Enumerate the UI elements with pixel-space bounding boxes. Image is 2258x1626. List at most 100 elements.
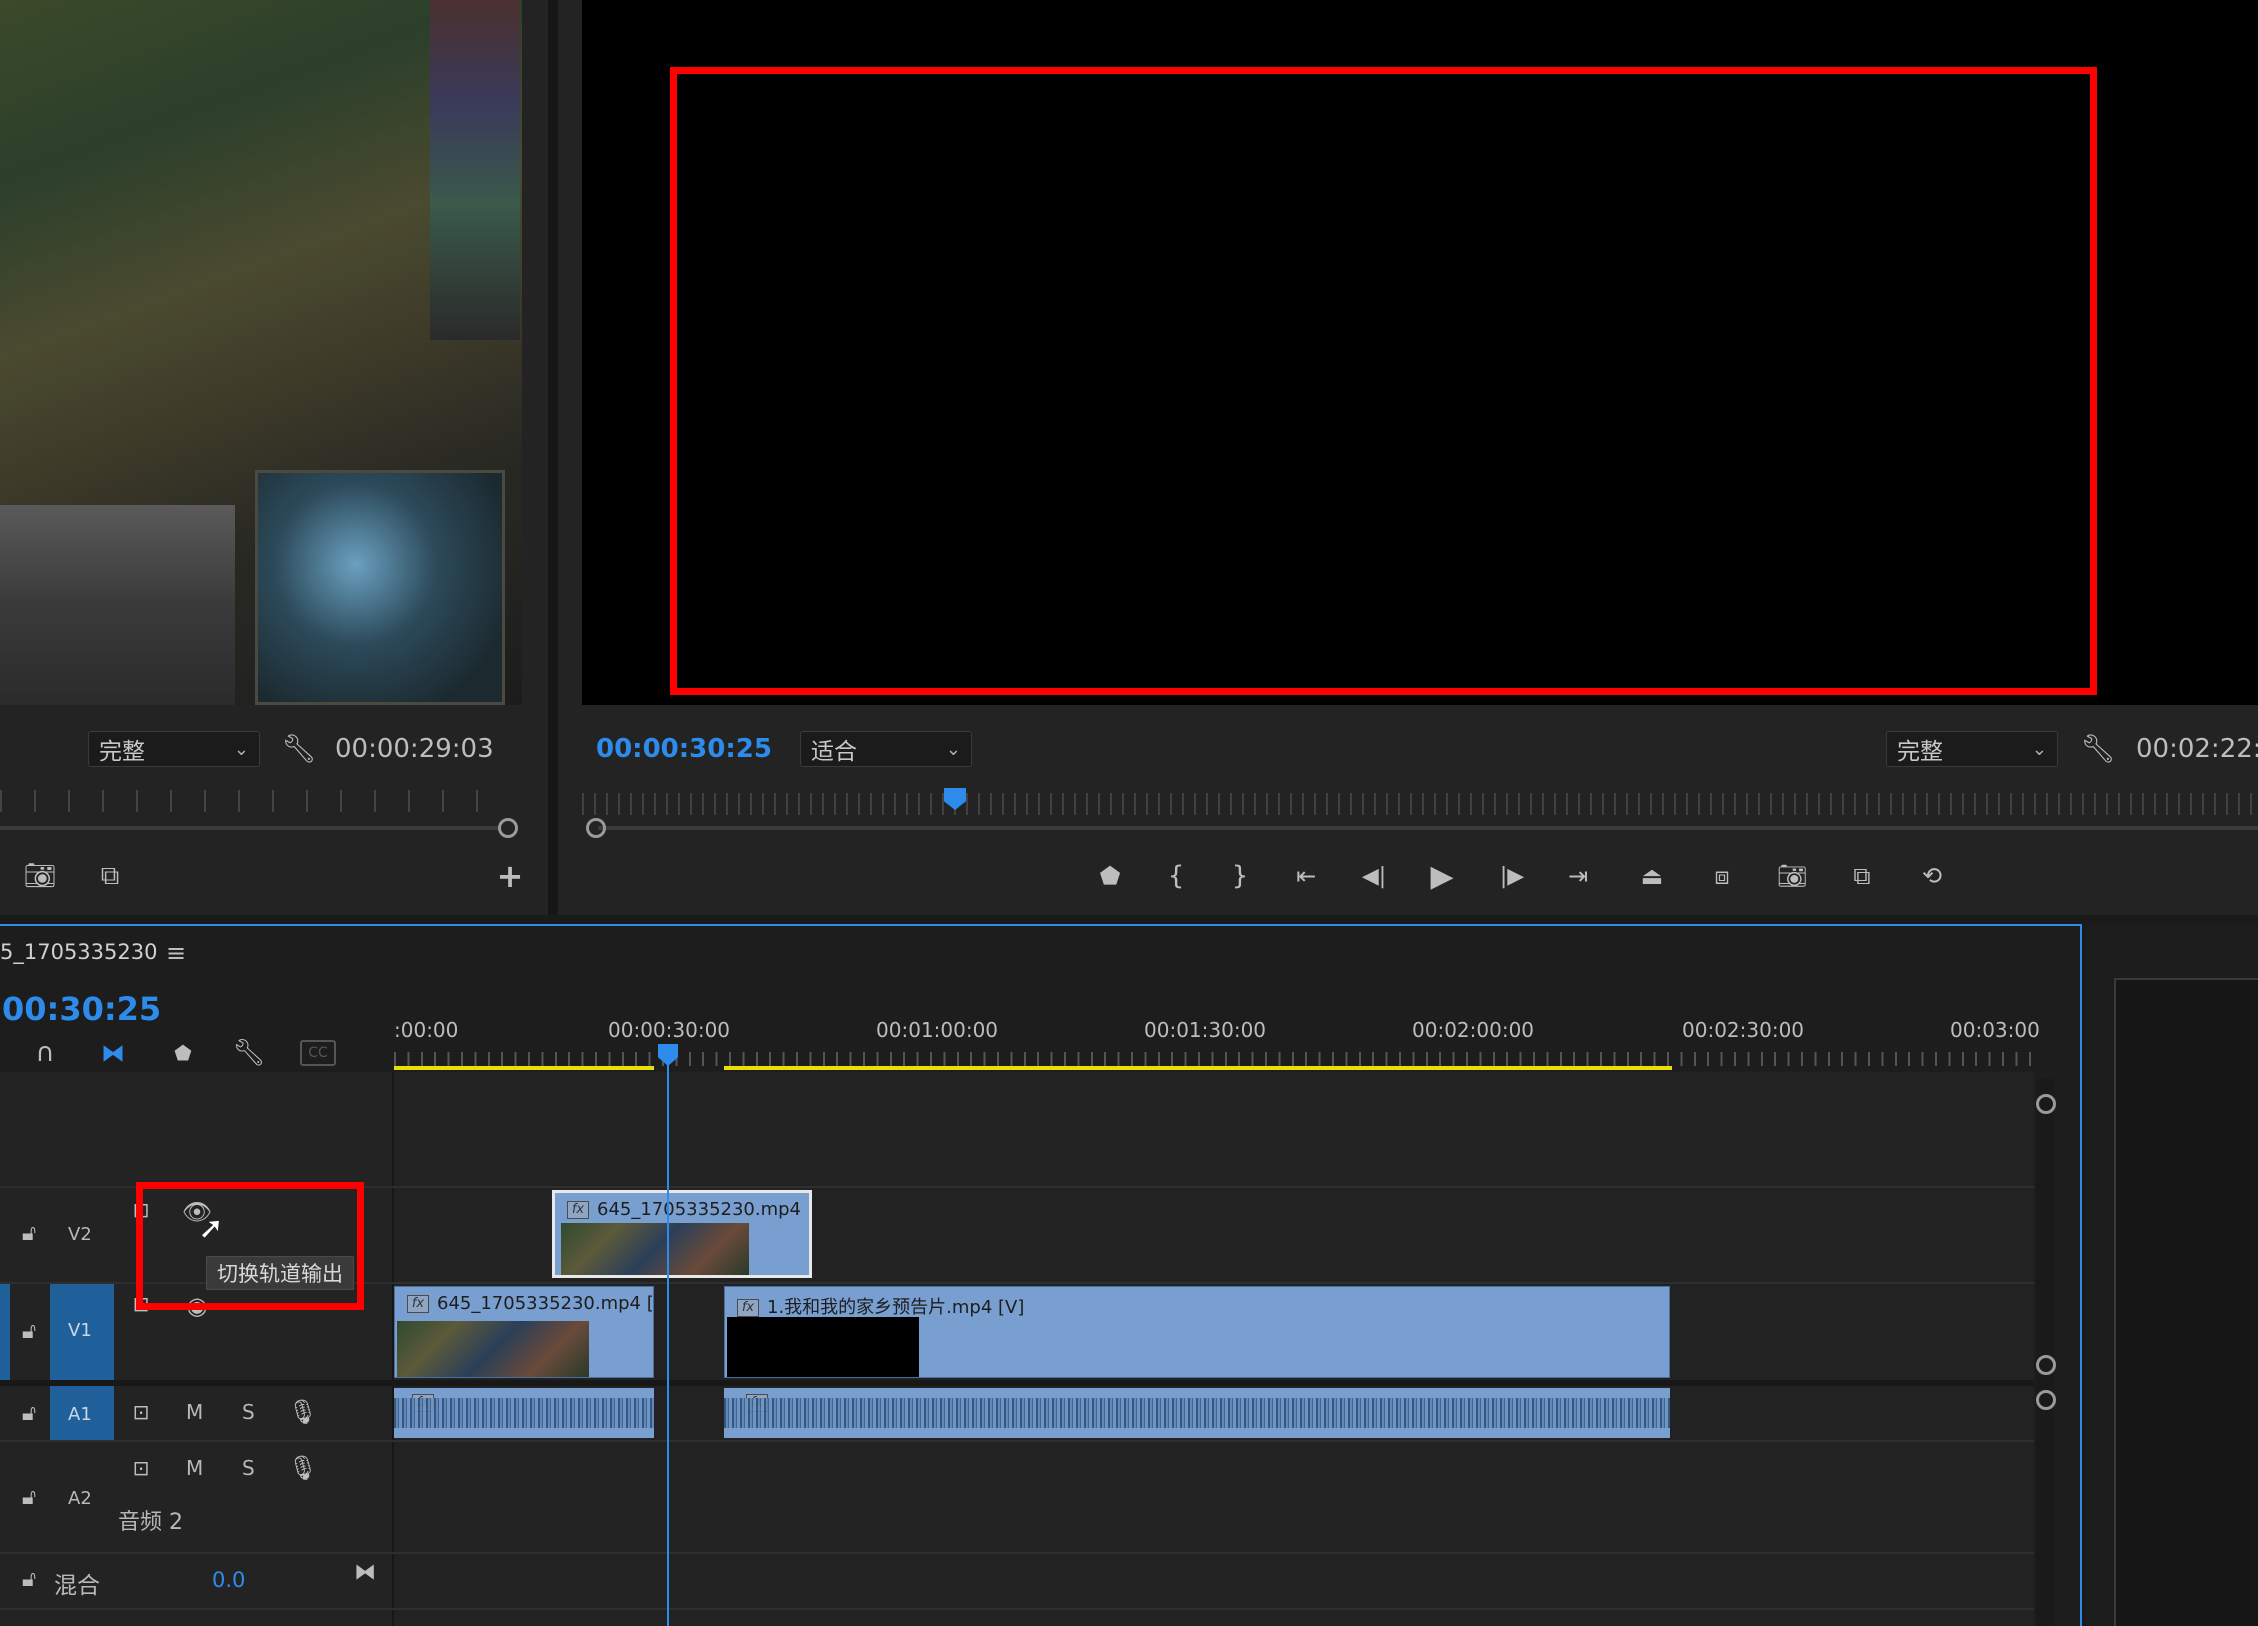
add-marker-icon[interactable]: ⬟ (1092, 858, 1128, 894)
microphone-icon[interactable]: 🎙︎ (288, 1452, 318, 1484)
source-zoom-bar[interactable] (0, 826, 500, 830)
webcam-overlay (0, 505, 235, 705)
mix-volume-value[interactable]: 0.0 (212, 1568, 245, 1592)
vertical-scrollbar[interactable] (2036, 1078, 2054, 1626)
source-quality-dropdown[interactable]: 完整 ⌄ (88, 731, 260, 767)
mark-in-icon[interactable]: { (1158, 858, 1194, 894)
program-quality-dropdown[interactable]: 完整 ⌄ (1886, 731, 2058, 767)
clip-thumbnail (397, 1321, 589, 1377)
export-frame-icon[interactable]: 📷︎ (1772, 858, 1812, 894)
a2-track-label: 音频 2 (118, 1510, 183, 1535)
lock-icon[interactable]: 🔓︎ (14, 1316, 44, 1346)
ruler-ticks (394, 1052, 2034, 1066)
work-area-bar-2[interactable] (724, 1066, 1672, 1070)
work-area-bar-1[interactable] (394, 1066, 654, 1070)
fx-icon: fx (737, 1299, 759, 1317)
extract-icon[interactable]: ⧈ (1702, 858, 1742, 894)
hamburger-icon[interactable]: ≡ (162, 939, 190, 967)
v1-clip-b-label: fx 1.我和我的家乡预告片.mp4 [V] (737, 1293, 1024, 1319)
track-name-a1[interactable]: A1 (68, 1404, 92, 1425)
scroll-handle-icon[interactable] (2036, 1355, 2056, 1375)
comparison-view-icon[interactable]: ⧉ (1842, 858, 1882, 894)
sequence-tab-name[interactable]: 5_1705335230 (0, 940, 157, 964)
champion-portraits (430, 0, 520, 340)
snap-magnet-icon[interactable]: ∩ (28, 1036, 62, 1070)
step-back-icon[interactable]: ◀︎| (1354, 858, 1394, 894)
program-timecode[interactable]: 00:00:30:25 (596, 734, 772, 764)
lift-icon[interactable]: ⏏︎ (1632, 858, 1672, 894)
mix-panner-icon[interactable]: ⧓ (350, 1558, 380, 1586)
a2-mute-button[interactable]: M (186, 1456, 203, 1480)
lock-icon[interactable]: 🔓︎ (14, 1218, 44, 1248)
program-zoom-bar[interactable] (598, 826, 2258, 830)
program-quality-value: 完整 (1897, 739, 1943, 765)
timeline-current-time[interactable]: 00:30:25 (2, 990, 161, 1028)
a2-solo-button[interactable]: S (242, 1456, 255, 1480)
v1-clip-a[interactable]: fx 645_1705335230.mp4 [ (394, 1286, 654, 1378)
lock-icon[interactable]: 🔓︎ (14, 1564, 44, 1594)
lock-icon[interactable]: 🔓︎ (14, 1398, 44, 1428)
go-to-out-icon[interactable]: ⇥ (1558, 858, 1598, 894)
source-timecode[interactable]: 00:00:29:03 (335, 734, 494, 764)
add-marker-icon[interactable]: ⬟ (166, 1036, 200, 1070)
highlight-box-program (670, 67, 2097, 695)
program-monitor: 00:00:30:25 适合 ⌄ 完整 ⌄ 🔧︎ 00:02:22: ⬟ { }… (558, 0, 2258, 915)
wrench-icon[interactable]: 🔧︎ (2080, 730, 2116, 766)
go-to-in-icon[interactable]: ⇤ (1286, 858, 1326, 894)
chevron-down-icon: ⌄ (945, 738, 961, 760)
chevron-down-icon: ⌄ (233, 738, 249, 760)
ruler-label-2: 00:01:00:00 (876, 1018, 999, 1042)
v2-clip[interactable]: fx 645_1705335230.mp4 (552, 1190, 812, 1278)
captions-icon[interactable]: CC (300, 1040, 336, 1066)
audio-waveform (394, 1398, 654, 1428)
source-monitor: 完整 ⌄ 🔧︎ 00:00:29:03 📷︎ ⧉ + (0, 0, 548, 915)
program-zoom-handle-icon[interactable] (586, 818, 606, 838)
step-forward-icon[interactable]: |▶︎ (1492, 858, 1532, 894)
linked-selection-icon[interactable]: ⧓ (96, 1036, 130, 1070)
program-duration: 00:02:22: (2136, 734, 2258, 764)
add-button-icon[interactable]: + (492, 857, 528, 895)
v1-clip-b[interactable]: fx 1.我和我的家乡预告片.mp4 [V] (724, 1286, 1670, 1378)
a1-solo-button[interactable]: S (242, 1400, 255, 1424)
track-name-a2[interactable]: A2 (68, 1488, 92, 1509)
right-panel-inner (2114, 978, 2258, 1626)
sync-lock-icon[interactable]: ⊡ (126, 1398, 156, 1426)
track-separator (0, 1552, 2034, 1554)
scroll-handle-icon[interactable] (2036, 1094, 2056, 1114)
proxy-toggle-icon[interactable]: ⟲ (1912, 858, 1952, 894)
ruler-label-3: 00:01:30:00 (1144, 1018, 1267, 1042)
scroll-handle-icon[interactable] (2036, 1390, 2056, 1410)
track-name-v2[interactable]: V2 (68, 1224, 92, 1245)
a1-clip-b[interactable]: fx (724, 1388, 1670, 1438)
a1-mute-button[interactable]: M (186, 1400, 203, 1424)
wrench-icon[interactable]: 🔧︎ (281, 730, 317, 766)
source-ruler[interactable] (0, 790, 510, 812)
v2-clip-name: 645_1705335230.mp4 (597, 1199, 802, 1220)
a1-clip-a[interactable]: fx (394, 1388, 654, 1438)
v1-clip-a-label: fx 645_1705335230.mp4 [ (407, 1293, 654, 1314)
mix-label: 混合 (54, 1573, 100, 1599)
program-ruler[interactable] (582, 793, 2258, 815)
program-zoom-dropdown[interactable]: 适合 ⌄ (800, 731, 972, 767)
wrench-icon[interactable]: 🔧︎ (232, 1036, 266, 1070)
sync-lock-icon[interactable]: ⊡ (126, 1454, 156, 1482)
chevron-down-icon: ⌄ (2031, 738, 2047, 760)
mark-out-icon[interactable]: } (1222, 858, 1258, 894)
fx-icon: fx (407, 1295, 429, 1313)
microphone-icon[interactable]: 🎙︎ (288, 1396, 318, 1428)
ruler-label-1: 00:00:30:00 (608, 1018, 731, 1042)
track-separator (0, 1608, 2034, 1610)
lock-icon[interactable]: 🔓︎ (14, 1482, 44, 1512)
highlight-box-track-output (136, 1182, 364, 1310)
timeline-playhead-line (667, 1064, 669, 1626)
camera-icon[interactable]: 📷︎ (22, 858, 58, 894)
play-icon[interactable]: ▶︎ (1422, 858, 1462, 894)
monitor-divider[interactable] (548, 0, 558, 915)
source-zoom-handle-icon[interactable] (498, 818, 518, 838)
overlay-swap-icon[interactable]: ⧉ (90, 858, 130, 894)
v1-source-patch[interactable] (0, 1284, 10, 1380)
source-quality-value: 完整 (99, 739, 145, 765)
ruler-label-5: 00:02:30:00 (1682, 1018, 1805, 1042)
track-name-v1[interactable]: V1 (68, 1320, 92, 1341)
v1-clip-a-name: 645_1705335230.mp4 [ (437, 1293, 654, 1314)
